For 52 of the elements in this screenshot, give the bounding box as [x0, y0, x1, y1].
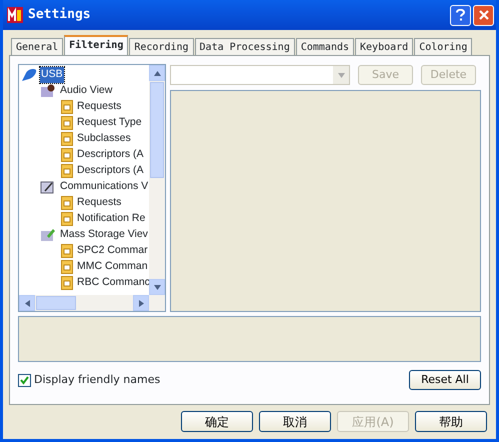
dialog-button[interactable]: 确定: [181, 411, 253, 432]
tree-item[interactable]: Requests: [76, 99, 122, 115]
help-button[interactable]: [450, 4, 471, 26]
tab[interactable]: General: [11, 38, 64, 55]
down-arrow-icon: [154, 284, 160, 290]
up-arrow-icon: [154, 70, 160, 76]
tree-item[interactable]: Descriptors (A: [76, 163, 145, 179]
folder-icon: [61, 276, 73, 290]
dropdown-arrow-icon: [338, 72, 344, 78]
checkbox[interactable]: [18, 374, 31, 386]
window-title: Settings: [28, 6, 92, 24]
folder-icon: [61, 132, 73, 146]
horizontal-scrollbar[interactable]: [19, 295, 165, 311]
tree-item[interactable]: Mass Storage Viev: [59, 227, 149, 243]
tree-item[interactable]: Request Type: [76, 115, 143, 131]
folder-icon: [61, 212, 73, 226]
app-icon: [7, 7, 23, 23]
close-icon: [478, 10, 488, 20]
tree-item[interactable]: Notification Re: [76, 211, 146, 227]
tab[interactable]: Coloring: [414, 38, 472, 55]
modem-icon: [40, 180, 56, 194]
dialog-button[interactable]: 取消: [259, 411, 331, 432]
speaker-icon: [40, 84, 56, 98]
close-button[interactable]: [473, 4, 494, 26]
tree-item[interactable]: SPC2 Commar: [76, 243, 149, 259]
tab[interactable]: Data Processing: [194, 38, 295, 55]
folder-icon: [61, 100, 73, 114]
reset-all-button[interactable]: Reset All: [409, 370, 481, 390]
help-icon: [456, 9, 465, 21]
tree-item[interactable]: USB: [40, 67, 64, 83]
folder-icon: [61, 164, 73, 178]
tree-item[interactable]: Audio View: [59, 83, 114, 99]
vertical-scrollbar[interactable]: [149, 65, 165, 295]
tab[interactable]: Keyboard: [355, 38, 414, 55]
folder-icon: [61, 244, 73, 258]
folder-icon: [61, 260, 73, 274]
folder-icon: [61, 116, 73, 130]
left-arrow-icon: [24, 300, 30, 306]
checkbox-label: Display friendly names: [34, 372, 160, 388]
tree-item[interactable]: Communications V: [59, 179, 149, 195]
tab[interactable]: Commands: [296, 38, 354, 55]
tree-item[interactable]: Requests: [76, 195, 122, 211]
tree-item[interactable]: Descriptors (A: [76, 147, 145, 163]
folder-icon: [61, 196, 73, 210]
tab[interactable]: Filtering: [64, 35, 128, 55]
dialog-button[interactable]: 帮助: [415, 411, 487, 432]
right-arrow-icon: [138, 300, 144, 306]
folder-icon: [61, 148, 73, 162]
tab[interactable]: Recording: [129, 38, 194, 55]
tree-item[interactable]: MMC Comman: [76, 259, 149, 275]
usb-plug-icon: [21, 68, 37, 82]
tree-item[interactable]: Subclasses: [76, 131, 132, 147]
